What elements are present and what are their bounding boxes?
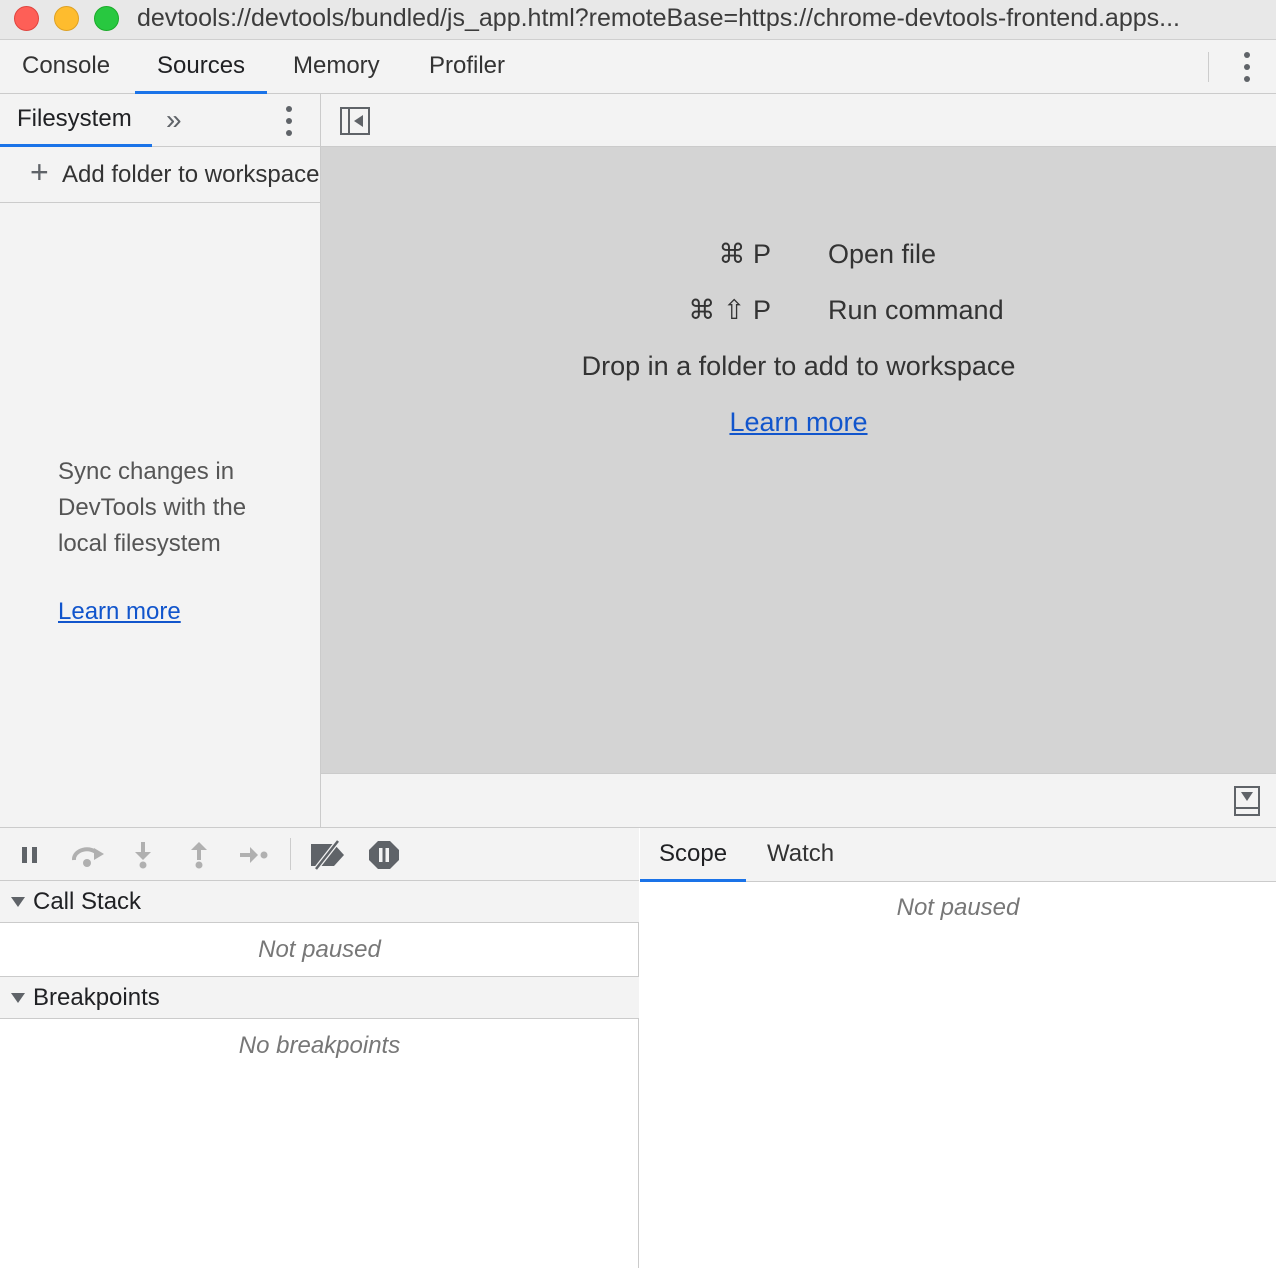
- debugger-sidebar: Call Stack Not paused Breakpoints No bre…: [0, 828, 639, 1268]
- navigator-tab-bar: Filesystem »: [0, 94, 320, 147]
- add-folder-label: Add folder to workspace: [62, 161, 320, 188]
- editor-placeholder: ⌘ P Open file ⌘ ⇧ P Run command Drop in …: [321, 147, 1276, 773]
- navigator-more-options-icon[interactable]: [279, 103, 299, 139]
- scope-watch-pane: Scope Watch Not paused: [640, 828, 1276, 1268]
- tab-profiler[interactable]: Profiler: [407, 40, 527, 94]
- breakpoints-title: Breakpoints: [33, 984, 160, 1011]
- tab-console[interactable]: Console: [0, 40, 132, 94]
- call-stack-title: Call Stack: [33, 888, 142, 915]
- plus-icon: +: [30, 154, 49, 190]
- editor-learn-more-wrapper: Learn more: [321, 407, 1276, 438]
- scope-watch-tab-bar: Scope Watch: [640, 828, 1276, 882]
- tab-memory[interactable]: Memory: [271, 40, 402, 94]
- step-into-icon[interactable]: [128, 840, 158, 870]
- shortcut-run-command: ⌘ ⇧ P Run command: [321, 295, 1276, 335]
- toggle-debugger-icon[interactable]: [1234, 786, 1260, 816]
- navigator-learn-more-link[interactable]: Learn more: [58, 598, 181, 626]
- add-folder-button[interactable]: + Add folder to workspace: [0, 147, 320, 203]
- navigator-pane: Filesystem » + Add folder to workspace S…: [0, 94, 321, 827]
- tab-watch[interactable]: Watch: [748, 828, 853, 882]
- sync-message: Sync changes in DevTools with the local …: [58, 458, 247, 557]
- shortcut-keys: ⌘ ⇧ P: [688, 295, 771, 325]
- step-out-icon[interactable]: [184, 840, 214, 870]
- tab-scope[interactable]: Scope: [640, 828, 747, 882]
- editor-toolbar: [321, 94, 1276, 147]
- more-tabs-chevron-icon[interactable]: »: [166, 104, 182, 136]
- minimize-window-button[interactable]: [54, 6, 79, 31]
- debugger-toolbar: [0, 828, 639, 881]
- toolbar-divider: [1208, 52, 1209, 82]
- expand-triangle-icon: [11, 897, 25, 907]
- editor-learn-more-link[interactable]: Learn more: [729, 407, 867, 437]
- tab-filesystem[interactable]: Filesystem: [0, 94, 152, 147]
- customize-devtools-menu-icon[interactable]: [1237, 49, 1257, 85]
- debugger-pane: Call Stack Not paused Breakpoints No bre…: [0, 827, 1276, 1268]
- window-titlebar: devtools://devtools/bundled/js_app.html?…: [0, 0, 1276, 40]
- step-over-icon[interactable]: [70, 840, 104, 870]
- editor-pane: ⌘ P Open file ⌘ ⇧ P Run command Drop in …: [321, 94, 1276, 827]
- editor-footer: [321, 773, 1276, 827]
- toggle-navigator-icon[interactable]: [340, 107, 370, 135]
- pause-icon[interactable]: [16, 840, 46, 870]
- expand-triangle-icon: [11, 993, 25, 1003]
- step-icon[interactable]: [238, 840, 268, 870]
- call-stack-header[interactable]: Call Stack: [0, 881, 639, 923]
- call-stack-status: Not paused: [258, 936, 381, 963]
- debugger-toolbar-divider: [290, 838, 291, 870]
- main-tab-bar: Console Sources Memory Profiler: [0, 40, 1276, 94]
- breakpoints-header[interactable]: Breakpoints: [0, 977, 639, 1019]
- shortcut-description: Open file: [828, 239, 937, 269]
- shortcut-description: Run command: [828, 295, 1004, 325]
- close-window-button[interactable]: [14, 6, 39, 31]
- pause-on-exceptions-icon[interactable]: [368, 840, 399, 870]
- deactivate-breakpoints-icon[interactable]: [308, 839, 348, 871]
- window-title-url: devtools://devtools/bundled/js_app.html?…: [137, 4, 1180, 32]
- shortcut-keys: ⌘ P: [718, 239, 771, 269]
- breakpoints-status: No breakpoints: [238, 1032, 401, 1059]
- drop-folder-hint: Drop in a folder to add to workspace: [581, 351, 1016, 381]
- scope-status: Not paused: [896, 894, 1020, 921]
- shortcut-open-file: ⌘ P Open file: [321, 239, 1276, 279]
- zoom-window-button[interactable]: [94, 6, 119, 31]
- tab-sources[interactable]: Sources: [135, 40, 268, 94]
